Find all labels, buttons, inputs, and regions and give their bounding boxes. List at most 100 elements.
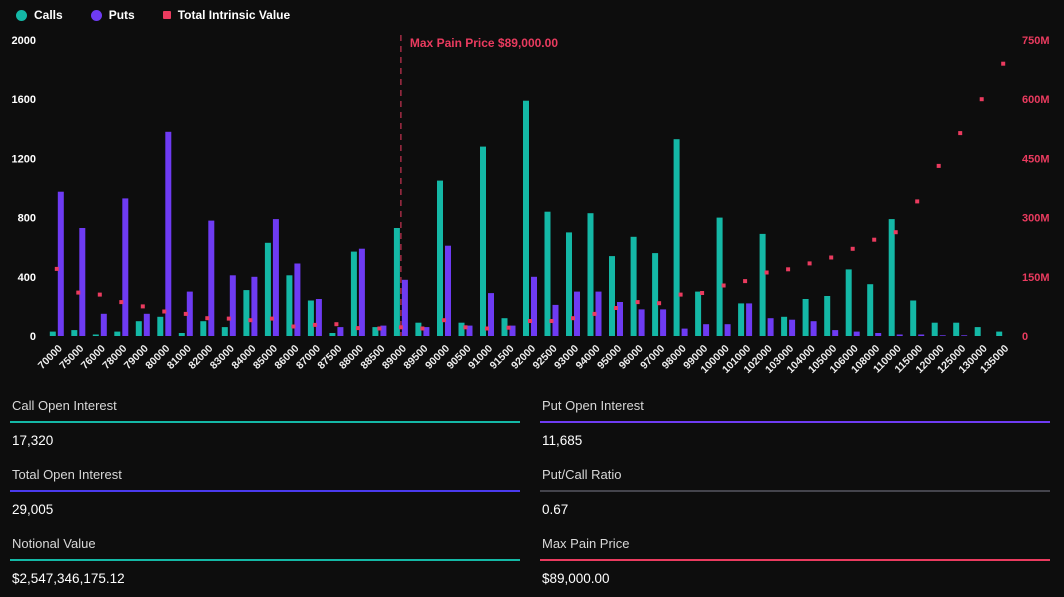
left-axis-tick: 800 xyxy=(18,213,36,225)
intrinsic-value-point xyxy=(528,319,532,323)
intrinsic-value-point xyxy=(550,319,554,323)
stat-card-total-open-interest: Total Open Interest29,005 xyxy=(10,459,520,528)
calls-bar xyxy=(717,218,723,336)
intrinsic-value-point xyxy=(227,317,231,321)
stats-grid: Call Open Interest17,320 Put Open Interes… xyxy=(0,386,1064,597)
stat-label: Put Open Interest xyxy=(540,390,1050,421)
calls-bar xyxy=(674,139,680,336)
legend-item-calls[interactable]: Calls xyxy=(16,8,63,22)
intrinsic-value-point xyxy=(786,267,790,271)
calls-bar xyxy=(200,321,206,336)
intrinsic-value-point xyxy=(679,293,683,297)
puts-bar xyxy=(746,303,752,336)
options-chart[interactable]: 04008001200160020000150M300M450M600M750M… xyxy=(0,0,1064,386)
left-axis-tick: 2000 xyxy=(12,35,36,47)
max-pain-chart-section: CallsPutsTotal Intrinsic Value 040080012… xyxy=(0,0,1064,386)
calls-bar xyxy=(566,232,572,336)
intrinsic-value-point xyxy=(743,279,747,283)
puts-bar xyxy=(337,327,343,336)
intrinsic-value-point xyxy=(507,326,511,330)
legend-label: Puts xyxy=(109,8,135,22)
intrinsic-value-point xyxy=(915,199,919,203)
calls-bar xyxy=(889,219,895,336)
calls-bar xyxy=(459,323,465,336)
stat-card-put-open-interest: Put Open Interest11,685 xyxy=(540,390,1050,459)
calls-bar xyxy=(631,237,637,336)
calls-bar xyxy=(910,301,916,337)
left-axis-tick: 1600 xyxy=(12,94,36,106)
puts-bar xyxy=(101,314,107,336)
stat-label: Call Open Interest xyxy=(10,390,520,421)
puts-bar xyxy=(251,277,257,336)
puts-bar xyxy=(961,335,967,336)
legend-item-total-intrinsic-value[interactable]: Total Intrinsic Value xyxy=(163,8,290,22)
stat-value: 29,005 xyxy=(10,492,520,528)
puts-bar xyxy=(918,335,924,337)
legend-label: Calls xyxy=(34,8,63,22)
calls-bar xyxy=(265,243,271,336)
calls-bar xyxy=(480,147,486,336)
calls-bar xyxy=(329,333,335,336)
calls-bar xyxy=(136,321,142,336)
intrinsic-value-point xyxy=(377,327,381,331)
right-axis-tick: 600M xyxy=(1022,94,1050,106)
calls-bar xyxy=(695,292,701,336)
intrinsic-value-point xyxy=(464,325,468,329)
puts-bar xyxy=(316,299,322,336)
intrinsic-value-point xyxy=(313,323,317,327)
legend-item-puts[interactable]: Puts xyxy=(91,8,135,22)
puts-bar xyxy=(122,198,128,336)
intrinsic-value-point xyxy=(162,310,166,314)
puts-bar xyxy=(660,309,666,336)
intrinsic-value-point xyxy=(829,256,833,260)
puts-bar xyxy=(725,324,731,336)
max-pain-annotation: Max Pain Price $89,000.00 xyxy=(410,36,558,50)
intrinsic-value-point xyxy=(356,326,360,330)
stat-label: Notional Value xyxy=(10,528,520,559)
puts-bar xyxy=(445,246,451,336)
intrinsic-value-point xyxy=(872,238,876,242)
intrinsic-value-point xyxy=(205,316,209,320)
intrinsic-value-point xyxy=(614,306,618,310)
puts-bar xyxy=(574,292,580,336)
intrinsic-value-point xyxy=(334,322,338,326)
stat-label: Total Open Interest xyxy=(10,459,520,490)
calls-bar xyxy=(545,212,551,336)
stat-card-call-open-interest: Call Open Interest17,320 xyxy=(10,390,520,459)
calls-bar xyxy=(243,290,249,336)
stat-card-put-call-ratio: Put/Call Ratio0.67 xyxy=(540,459,1050,528)
puts-bar xyxy=(230,275,236,336)
puts-bar xyxy=(832,330,838,336)
calls-bar xyxy=(71,330,77,336)
calls-bar xyxy=(179,333,185,336)
puts-bar xyxy=(682,329,688,336)
stat-value: 17,320 xyxy=(10,423,520,459)
right-axis-tick: 0 xyxy=(1022,331,1028,343)
puts-bar xyxy=(639,309,645,336)
calls-bar xyxy=(781,317,787,336)
intrinsic-value-point xyxy=(851,247,855,251)
calls-bar xyxy=(803,299,809,336)
intrinsic-value-point xyxy=(657,301,661,305)
calls-marker-icon xyxy=(16,10,27,21)
calls-bar xyxy=(93,335,99,337)
intrinsic-value-point xyxy=(442,318,446,322)
right-axis-tick: 750M xyxy=(1022,35,1050,47)
puts-bar xyxy=(811,321,817,336)
puts-bar xyxy=(144,314,150,336)
calls-bar xyxy=(953,323,959,336)
intrinsic-value-point xyxy=(291,325,295,329)
stat-label: Put/Call Ratio xyxy=(540,459,1050,490)
puts-bar xyxy=(703,324,709,336)
puts-bar xyxy=(875,333,881,336)
intrinsic-value-point xyxy=(485,327,489,331)
right-axis-tick: 450M xyxy=(1022,153,1050,165)
intrinsic-value-point xyxy=(76,291,80,295)
intrinsic-value-point xyxy=(571,316,575,320)
calls-bar xyxy=(222,327,228,336)
calls-bar xyxy=(996,332,1002,336)
calls-bar xyxy=(652,253,658,336)
intrinsic-value-point xyxy=(700,291,704,295)
calls-bar xyxy=(760,234,766,336)
left-axis-tick: 1200 xyxy=(12,153,36,165)
